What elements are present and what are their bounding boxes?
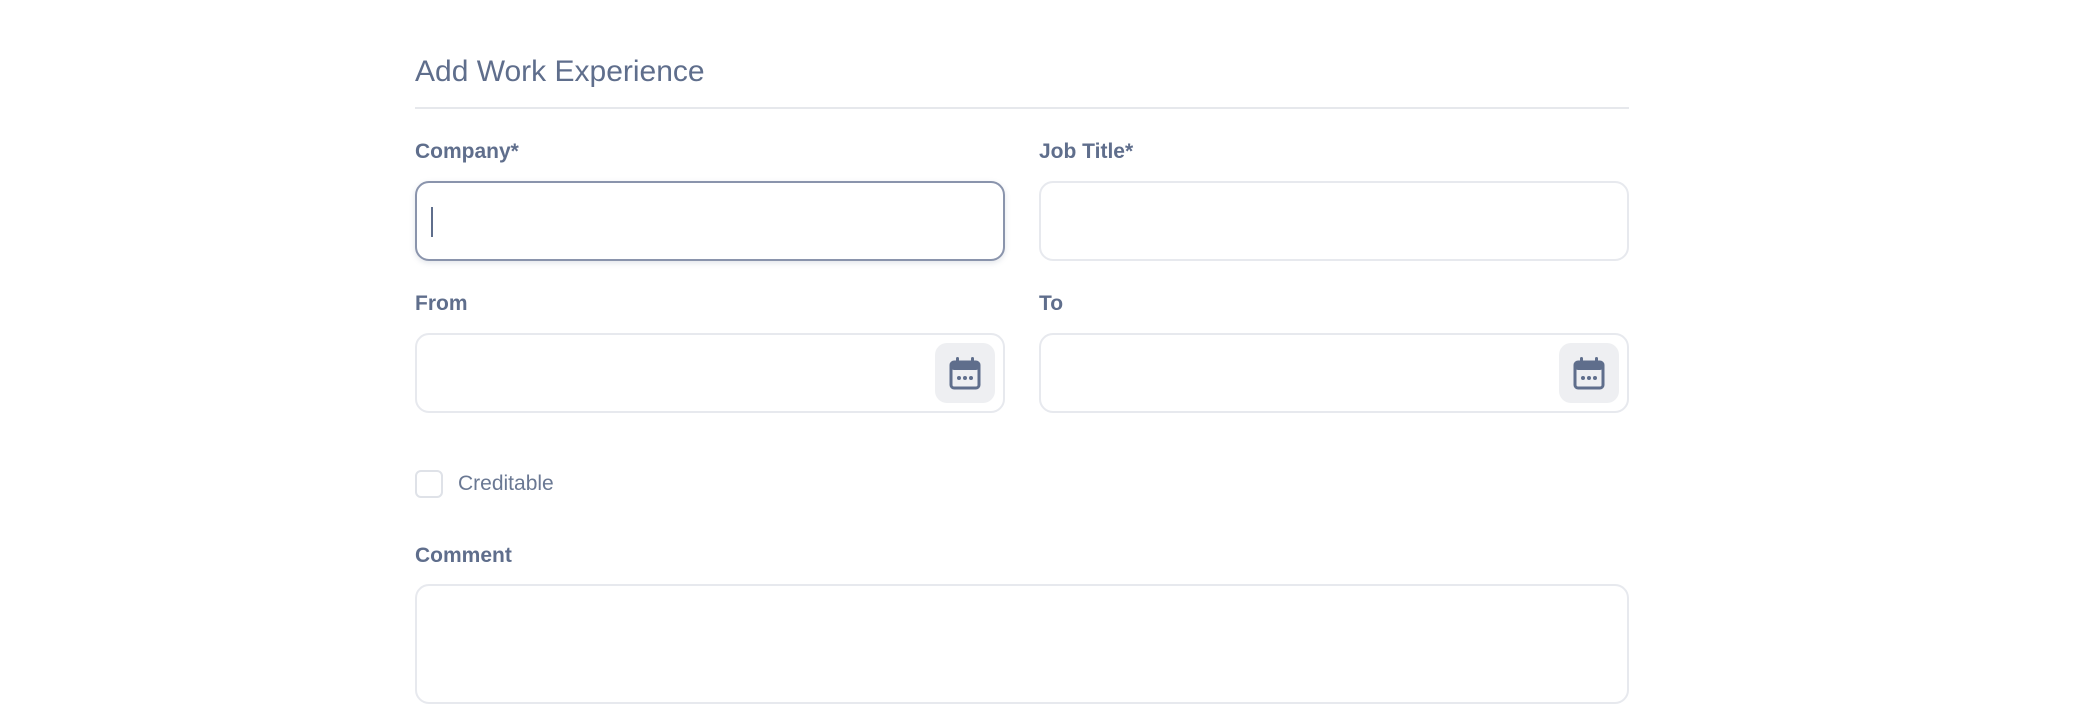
- calendar-icon: [949, 357, 981, 390]
- company-label: Company*: [415, 140, 519, 163]
- form-title: Add Work Experience: [415, 55, 705, 88]
- job-title-input[interactable]: [1039, 181, 1629, 261]
- calendar-icon: [1573, 357, 1605, 390]
- text-caret: [431, 207, 433, 237]
- to-calendar-button[interactable]: [1559, 343, 1619, 403]
- to-label: To: [1039, 292, 1064, 315]
- title-divider: [415, 107, 1629, 109]
- company-input[interactable]: [415, 181, 1005, 261]
- comment-textarea[interactable]: [415, 584, 1629, 704]
- comment-label: Comment: [415, 544, 512, 567]
- add-work-experience-form: Add Work Experience Company* Job Title* …: [415, 0, 1629, 704]
- to-date-input[interactable]: [1039, 333, 1629, 413]
- from-date-input[interactable]: [415, 333, 1005, 413]
- creditable-label[interactable]: Creditable: [458, 470, 554, 498]
- creditable-checkbox[interactable]: [415, 470, 443, 498]
- job-title-label: Job Title*: [1039, 140, 1134, 163]
- from-label: From: [415, 292, 468, 315]
- from-calendar-button[interactable]: [935, 343, 995, 403]
